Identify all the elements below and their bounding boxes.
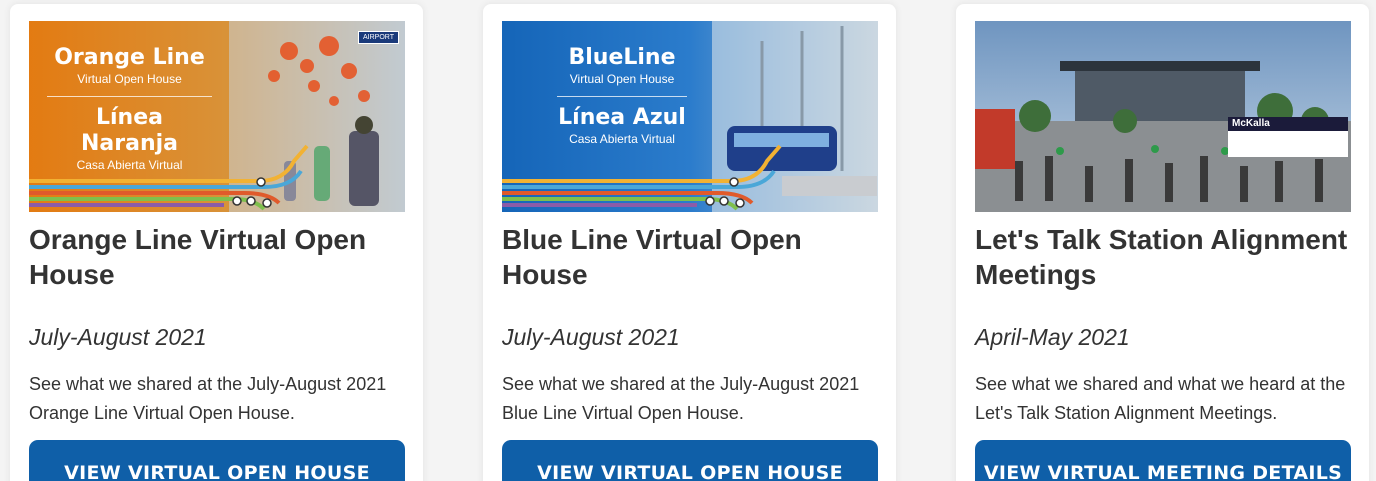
blue-line-image[interactable]: BlueLine Virtual Open House Línea Azul C… bbox=[502, 21, 878, 212]
thumb-subtitle-en: Virtual Open House bbox=[77, 72, 182, 86]
thumb-title-es: Línea Azul bbox=[558, 105, 686, 130]
station-rendering-image[interactable]: McKalla bbox=[975, 21, 1351, 212]
thumb-subtitle-en: Virtual Open House bbox=[569, 72, 675, 86]
airport-sign: AIRPORT bbox=[358, 31, 399, 44]
event-cards: AIRPORT Orange Line Virtual Open House L… bbox=[0, 0, 1376, 481]
card-title[interactable]: Orange Line Virtual Open House bbox=[29, 222, 409, 292]
thumb-title-en: BlueLine bbox=[568, 45, 676, 70]
view-details-button[interactable]: VIEW VIRTUAL OPEN HOUSE DETAILS bbox=[502, 440, 878, 481]
card-description: See what we shared at the July-August 20… bbox=[29, 374, 387, 423]
card-blue-line: BlueLine Virtual Open House Línea Azul C… bbox=[483, 4, 896, 481]
orange-line-image[interactable]: AIRPORT Orange Line Virtual Open House L… bbox=[29, 21, 405, 212]
view-details-button[interactable]: VIEW VIRTUAL MEETING DETAILS bbox=[975, 440, 1351, 481]
card-date: April-May 2021 bbox=[975, 324, 1130, 350]
thumb-subtitle-es: Casa Abierta Virtual bbox=[76, 158, 183, 172]
card-station-meetings: McKalla Let's Talk Station Alignment Mee… bbox=[956, 4, 1369, 481]
card-date: July-August 2021 bbox=[29, 324, 207, 350]
card-description: See what we shared at the July-August 20… bbox=[502, 374, 860, 423]
thumb-title-es: Línea Naranja bbox=[80, 105, 178, 156]
station-sign-label: McKalla bbox=[1232, 118, 1270, 129]
thumb-text-block: BlueLine Virtual Open House Línea Azul C… bbox=[557, 45, 687, 147]
card-title[interactable]: Let's Talk Station Alignment Meetings bbox=[975, 222, 1355, 292]
card-description: See what we shared and what we heard at … bbox=[975, 374, 1346, 423]
thumb-divider bbox=[557, 96, 687, 97]
station-sign: McKalla bbox=[1228, 117, 1348, 157]
card-orange-line: AIRPORT Orange Line Virtual Open House L… bbox=[10, 4, 423, 481]
card-title[interactable]: Blue Line Virtual Open House bbox=[502, 222, 882, 292]
thumb-title-en: Orange Line bbox=[54, 45, 205, 70]
card-date: July-August 2021 bbox=[502, 324, 680, 350]
thumb-subtitle-es: Casa Abierta Virtual bbox=[569, 132, 675, 146]
view-details-button[interactable]: VIEW VIRTUAL OPEN HOUSE DETAILS bbox=[29, 440, 405, 481]
thumb-text-block: Orange Line Virtual Open House Línea Nar… bbox=[47, 45, 212, 173]
thumb-divider bbox=[47, 96, 212, 97]
